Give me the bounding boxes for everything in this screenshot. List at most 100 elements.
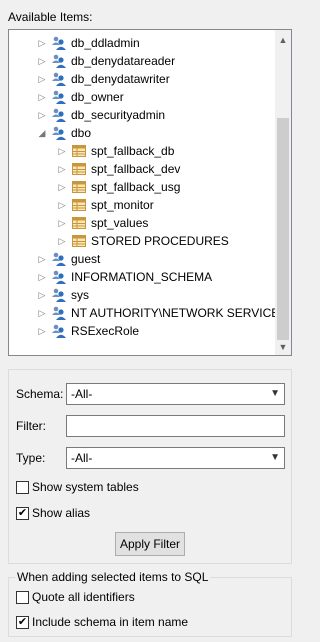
tree-item[interactable]: ▷ STORED PROCEDURES [57,232,229,250]
show-alias-label: Show alias [32,506,91,520]
table-icon [71,233,87,249]
tree-item-label: STORED PROCEDURES [91,234,229,248]
collapsed-triangle-icon[interactable]: ▷ [37,38,47,48]
tree-vertical-scrollbar[interactable]: ▲ ▼ [275,30,291,355]
type-dropdown[interactable]: -All- ▼ [66,447,285,469]
tree-item-label: INFORMATION_SCHEMA [71,270,213,284]
tree-item-label: spt_fallback_dev [91,162,181,176]
tree-item[interactable]: ▷ db_denydatawriter [37,70,170,88]
quote-all-identifiers-label: Quote all identifiers [32,590,135,604]
available-items-label: Available Items: [8,10,93,24]
chevron-down-icon: ▼ [270,388,280,399]
collapsed-triangle-icon[interactable]: ▷ [57,182,67,192]
include-schema-checkbox[interactable]: ✔ [16,615,29,629]
tree-item[interactable]: ▷ spt_monitor [57,196,154,214]
collapsed-triangle-icon[interactable]: ▷ [57,164,67,174]
table-icon [71,179,87,195]
scroll-up-icon[interactable]: ▲ [275,32,291,48]
table-icon [71,143,87,159]
tree-item-label: db_denydatareader [71,54,176,68]
chevron-down-icon: ▼ [270,452,280,463]
show-system-tables-label: Show system tables [32,480,139,494]
user-role-icon [51,35,67,51]
collapsed-triangle-icon[interactable]: ▷ [37,92,47,102]
user-role-icon [51,287,67,303]
scrollbar-thumb[interactable] [277,118,289,340]
schema-dropdown[interactable]: -All- ▼ [66,383,285,405]
user-role-icon [51,53,67,69]
collapsed-triangle-icon[interactable]: ▷ [37,110,47,120]
tree-item-label: spt_values [91,216,149,230]
collapsed-triangle-icon[interactable]: ▷ [37,308,47,318]
user-role-icon [51,251,67,267]
tree-item[interactable]: ▷ sys [37,286,89,304]
tree-item[interactable]: ▷ db_ddladmin [37,34,140,52]
collapsed-triangle-icon[interactable]: ▷ [37,254,47,264]
available-items-tree[interactable]: ▷ db_ddladmin ▷ db_denydatareader ▷ db_denyda… [8,29,292,356]
table-icon [71,161,87,177]
tree-item[interactable]: ▷ db_owner [37,88,124,106]
tree-item[interactable]: ▷ NT AUTHORITY\NETWORK SERVICE [37,304,279,322]
tree-item-label: guest [71,252,101,266]
filter-label: Filter: [16,419,46,433]
collapsed-triangle-icon[interactable]: ▷ [37,290,47,300]
collapsed-triangle-icon[interactable]: ▷ [37,272,47,282]
collapsed-triangle-icon[interactable]: ▷ [57,146,67,156]
tree-item-label: dbo [71,126,92,140]
tree-item-label: NT AUTHORITY\NETWORK SERVICE [71,306,280,320]
filter-input-value [67,419,71,433]
show-system-tables-checkbox[interactable] [16,480,29,494]
tree-item-label: spt_fallback_usg [91,180,181,194]
table-icon [71,197,87,213]
quote-all-identifiers-row[interactable]: Quote all identifiers [16,590,135,604]
show-alias-checkbox[interactable]: ✔ [16,506,29,520]
tree-item-label: sys [71,288,89,302]
collapsed-triangle-icon[interactable]: ▷ [37,56,47,66]
include-schema-row[interactable]: ✔ Include schema in item name [16,615,188,629]
scroll-down-icon[interactable]: ▼ [275,339,291,355]
sql-options-group-title: When adding selected items to SQL [15,570,211,584]
tree-item-label: spt_monitor [91,198,154,212]
apply-filter-button[interactable]: Apply Filter [115,532,185,556]
tree-item-label: db_owner [71,90,124,104]
collapsed-triangle-icon[interactable]: ▷ [57,218,67,228]
type-dropdown-value: -All- [71,451,93,465]
show-system-tables-checkbox-row[interactable]: Show system tables [16,480,139,494]
user-role-icon [51,269,67,285]
tree-item-label: spt_fallback_db [91,144,175,158]
user-role-icon [51,71,67,87]
filter-input[interactable] [66,415,285,437]
expanded-triangle-icon[interactable]: ◢ [37,128,47,138]
show-alias-checkbox-row[interactable]: ✔ Show alias [16,506,90,520]
collapsed-triangle-icon[interactable]: ▷ [37,74,47,84]
tree-item-label: db_denydatawriter [71,72,170,86]
tree-item[interactable]: ◢ dbo [37,124,91,142]
tree-item-label: RSExecRole [71,324,140,338]
user-role-icon [51,89,67,105]
collapsed-triangle-icon[interactable]: ▷ [37,326,47,336]
tree-item[interactable]: ▷ RSExecRole [37,322,139,340]
tree-item[interactable]: ▷ spt_values [57,214,149,232]
tree-item[interactable]: ▷ guest [37,250,100,268]
tree-item-label: db_securityadmin [71,108,166,122]
user-role-icon [51,305,67,321]
tree-item[interactable]: ▷ spt_fallback_db [57,142,175,160]
type-label: Type: [16,451,46,465]
schema-label: Schema: [16,387,64,401]
user-role-icon [51,107,67,123]
user-role-icon [51,125,67,141]
user-role-icon [51,323,67,339]
schema-dropdown-value: -All- [71,387,93,401]
include-schema-label: Include schema in item name [32,615,189,629]
collapsed-triangle-icon[interactable]: ▷ [57,200,67,210]
apply-filter-button-label: Apply Filter [119,537,181,551]
table-icon [71,215,87,231]
tree-item-label: db_ddladmin [71,36,140,50]
tree-item[interactable]: ▷ spt_fallback_usg [57,178,181,196]
tree-item[interactable]: ▷ spt_fallback_dev [57,160,181,178]
tree-item[interactable]: ▷ INFORMATION_SCHEMA [37,268,212,286]
collapsed-triangle-icon[interactable]: ▷ [57,236,67,246]
tree-item[interactable]: ▷ db_securityadmin [37,106,165,124]
quote-all-identifiers-checkbox[interactable] [16,590,29,604]
tree-item[interactable]: ▷ db_denydatareader [37,52,175,70]
